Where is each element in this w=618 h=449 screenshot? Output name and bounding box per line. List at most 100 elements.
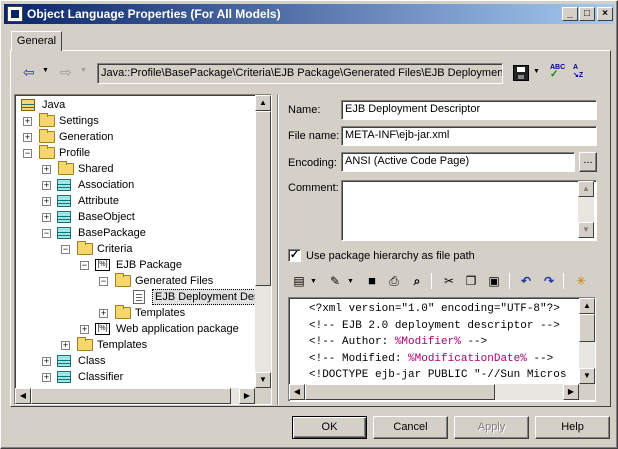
tree-item-label[interactable]: Settings [57, 113, 101, 129]
tree-item-label[interactable]: Shared [76, 161, 115, 177]
splitter[interactable] [277, 94, 279, 405]
tree-item-label[interactable]: Templates [95, 337, 149, 353]
back-dropdown-icon[interactable]: ▼ [42, 67, 49, 74]
spell-check-icon[interactable]: ABC ✓ [550, 64, 566, 80]
hierarchy-checkbox[interactable]: ✓ [288, 249, 301, 262]
tree-item-label[interactable]: EJB Package [114, 257, 184, 273]
scroll-thumb[interactable] [255, 111, 271, 286]
tree-item[interactable]: Java [17, 97, 255, 113]
redo-icon[interactable]: ↷ [540, 271, 558, 291]
tree-item[interactable]: − BasePackage [17, 225, 255, 241]
properties-icon[interactable]: ▤ [290, 271, 308, 291]
save-file-icon[interactable]: ■ [363, 271, 381, 291]
tree-item-label[interactable]: Java [40, 97, 67, 113]
expand-icon[interactable]: + [42, 373, 51, 382]
insert-macro-icon[interactable]: ✳ [572, 271, 590, 291]
scroll-up-icon[interactable]: ▲ [255, 95, 271, 111]
encoding-field[interactable]: ANSI (Active Code Page) [341, 152, 575, 172]
name-field[interactable]: EJB Deployment Descriptor [341, 100, 597, 120]
template-editor[interactable]: <?xml version="1.0" encoding="UTF-8"?> <!… [288, 297, 596, 402]
tree-item[interactable]: EJB Deployment Desc [17, 289, 255, 305]
tab-general[interactable]: General [11, 31, 62, 51]
expand-icon[interactable]: + [42, 213, 51, 222]
object-tree[interactable]: Java + Settings + Generation − Profile + Shared +… [14, 94, 272, 405]
tree-item[interactable]: + Association [17, 177, 255, 193]
comment-scroll-up-icon[interactable]: ▲ [578, 181, 594, 197]
maximize-button[interactable]: □ [579, 7, 595, 21]
tree-item[interactable]: + Class [17, 353, 255, 369]
tree-item-label[interactable]: EJB Deployment Desc [152, 289, 255, 305]
path-field[interactable]: Java::Profile\BasePackage\Criteria\EJB P… [97, 63, 503, 84]
hierarchy-checkbox-label[interactable]: Use package hierarchy as file path [306, 250, 475, 262]
tree-item[interactable]: + Classifier [17, 369, 255, 385]
tree-item[interactable]: + Templates [17, 305, 255, 321]
editor-horizontal-scrollbar[interactable]: ◀ ▶ [289, 384, 579, 400]
editor-scroll-down-icon[interactable]: ▼ [579, 368, 595, 384]
collapse-icon[interactable]: − [23, 149, 32, 158]
find-icon[interactable]: ⌕ [408, 271, 426, 291]
editor-vertical-scrollbar[interactable]: ▲ ▼ [579, 298, 595, 384]
scroll-right-icon[interactable]: ▶ [239, 388, 255, 404]
tree-item[interactable]: +Component [17, 385, 255, 387]
sort-icon[interactable]: A ↘Z [573, 64, 589, 80]
filename-field[interactable]: META-INF\ejb-jar.xml [341, 126, 597, 146]
collapse-icon[interactable]: − [42, 229, 51, 238]
comment-scrollbar[interactable]: ▲ ▼ [578, 181, 594, 238]
tree-item[interactable]: + Templates [17, 337, 255, 353]
expand-icon[interactable]: + [99, 309, 108, 318]
expand-icon[interactable]: + [42, 197, 51, 206]
tree-item[interactable]: + Attribute [17, 193, 255, 209]
tree-item[interactable]: − Criteria [17, 241, 255, 257]
editor-horizontal-thumb[interactable] [305, 384, 495, 400]
save-icon[interactable] [513, 65, 529, 81]
tree-item-label[interactable]: Component [76, 385, 137, 387]
tree-item-label[interactable]: BaseObject [76, 209, 137, 225]
tree-item-label[interactable]: Classifier [76, 369, 125, 385]
tree-item[interactable]: + Shared [17, 161, 255, 177]
editor-scroll-up-icon[interactable]: ▲ [579, 298, 595, 314]
collapse-icon[interactable]: − [80, 261, 89, 270]
undo-icon[interactable]: ↶ [517, 271, 535, 291]
tree-item-label[interactable]: Attribute [76, 193, 121, 209]
expand-icon[interactable]: + [23, 133, 32, 142]
comment-scroll-down-icon[interactable]: ▼ [578, 222, 594, 238]
tree-item[interactable]: + Settings [17, 113, 255, 129]
horizontal-scroll-thumb[interactable] [31, 388, 231, 404]
editor-scroll-thumb[interactable] [579, 314, 595, 342]
expand-icon[interactable]: + [23, 117, 32, 126]
comment-field[interactable]: ▲ ▼ [341, 180, 597, 241]
tree-horizontal-scrollbar[interactable]: ◀ ▶ [15, 388, 255, 404]
tree-item[interactable]: + Generation [17, 129, 255, 145]
tree-item-label[interactable]: Web application package [114, 321, 241, 337]
tree-item[interactable]: − Generated Files [17, 273, 255, 289]
tree-item[interactable]: + [%] Web application package [17, 321, 255, 337]
copy-icon[interactable]: ❐ [462, 271, 480, 291]
expand-icon[interactable]: + [61, 341, 70, 350]
expand-icon[interactable]: + [42, 165, 51, 174]
forward-arrow-icon[interactable]: ⇨ [60, 63, 72, 83]
tree-vertical-scrollbar[interactable]: ▲ ▼ [255, 95, 271, 388]
tree-item[interactable]: − Profile [17, 145, 255, 161]
apply-button[interactable]: Apply [454, 416, 529, 439]
editor-scroll-right-icon[interactable]: ▶ [563, 384, 579, 400]
expand-icon[interactable]: + [42, 357, 51, 366]
save-dropdown-icon[interactable]: ▼ [533, 68, 540, 75]
collapse-icon[interactable]: − [61, 245, 70, 254]
collapse-icon[interactable]: − [99, 277, 108, 286]
close-button[interactable]: × [597, 7, 613, 21]
expand-icon[interactable]: + [42, 181, 51, 190]
back-arrow-icon[interactable]: ⇦ [23, 63, 35, 83]
template-code[interactable]: <?xml version="1.0" encoding="UTF-8"?> <!… [309, 301, 577, 385]
tree-item-label[interactable]: Association [76, 177, 136, 193]
scroll-left-icon[interactable]: ◀ [15, 388, 31, 404]
tree-item-label[interactable]: Generated Files [133, 273, 215, 289]
forward-dropdown-icon[interactable]: ▼ [80, 67, 87, 74]
tree-item-label[interactable]: Profile [57, 145, 92, 161]
paste-icon[interactable]: ▣ [485, 271, 503, 291]
help-button[interactable]: Help [535, 416, 610, 439]
expand-icon[interactable]: + [80, 325, 89, 334]
tree-item-label[interactable]: Criteria [95, 241, 134, 257]
editor-scroll-left-icon[interactable]: ◀ [289, 384, 305, 400]
properties-dropdown-icon[interactable]: ▼ [310, 278, 317, 285]
tree-item[interactable]: + BaseObject [17, 209, 255, 225]
